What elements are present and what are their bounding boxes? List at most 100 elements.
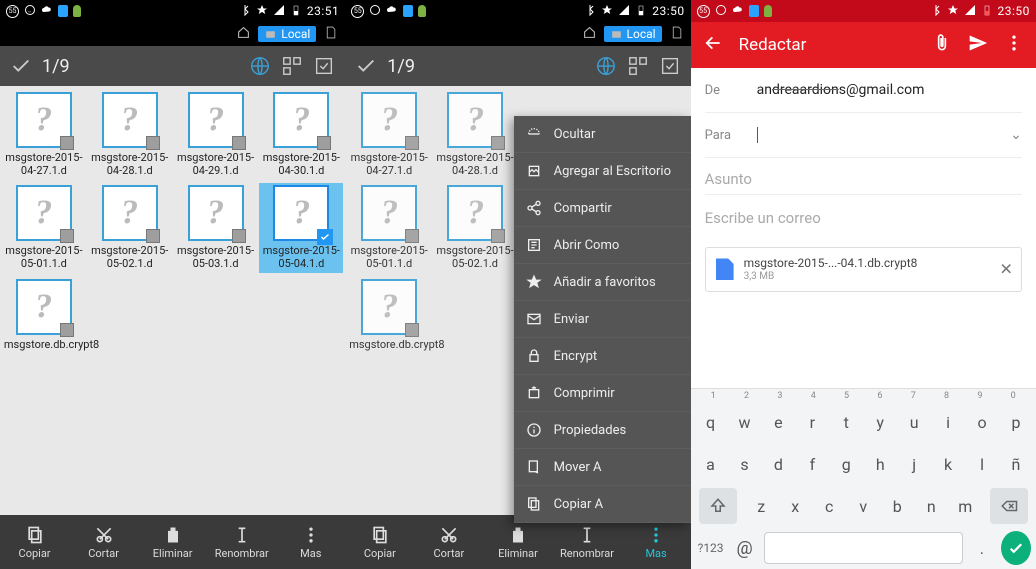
copy-button[interactable]: Copiar [345, 515, 414, 569]
file-item[interactable]: ?msgstore.db.crypt8 [2, 277, 86, 354]
menu-item[interactable]: Mover A [514, 449, 691, 486]
from-value: andreaardions@gmail.com [757, 82, 1022, 98]
key-p[interactable]: p [1001, 404, 1031, 440]
symbols-key[interactable]: ?123 [696, 530, 726, 566]
cloud-icon [386, 4, 398, 19]
key-i[interactable]: i [933, 404, 963, 440]
rename-button[interactable]: Renombrar [552, 515, 621, 569]
file-item[interactable]: ?msgstore-2015-04-28.1.d [433, 90, 517, 179]
more-button[interactable]: Mas [276, 515, 345, 569]
send-button[interactable] [968, 33, 988, 57]
key-u[interactable]: u [899, 404, 929, 440]
key-n[interactable]: n [916, 488, 946, 524]
select-all-icon[interactable] [659, 55, 681, 77]
file-item[interactable]: ?msgstore-2015-05-02.1.d [88, 183, 172, 272]
select-all-icon[interactable] [313, 55, 335, 77]
key-b[interactable]: b [882, 488, 912, 524]
expand-recipients-icon[interactable]: ⌄ [1010, 127, 1022, 143]
battery-icon [635, 4, 647, 19]
sd-icon[interactable] [670, 26, 683, 42]
location-chip[interactable]: Local [604, 26, 662, 42]
home-icon[interactable] [237, 26, 250, 42]
backspace-key[interactable] [990, 488, 1028, 524]
file-item[interactable]: ?msgstore-2015-04-30.1.d [259, 90, 343, 179]
back-button[interactable] [703, 33, 723, 57]
menu-item[interactable]: Ocultar [514, 116, 691, 153]
file-item[interactable]: ?msgstore.db.crypt8 [347, 277, 431, 354]
network-icon[interactable] [595, 55, 617, 77]
home-icon[interactable] [583, 26, 596, 42]
qr-icon[interactable] [627, 55, 649, 77]
key-z[interactable]: z [746, 488, 776, 524]
menu-item[interactable]: Copiar A [514, 486, 691, 523]
location-chip[interactable]: Local [258, 26, 316, 42]
menu-item[interactable]: Abrir Como [514, 227, 691, 264]
key-k[interactable]: k [933, 446, 963, 482]
from-row[interactable]: De andreaardions@gmail.com [705, 68, 1022, 113]
enter-key[interactable] [1001, 531, 1031, 565]
key-s[interactable]: s [730, 446, 760, 482]
sd-icon[interactable] [324, 26, 337, 42]
menu-item[interactable]: Encrypt [514, 338, 691, 375]
key-y[interactable]: y [865, 404, 895, 440]
to-input[interactable] [757, 127, 997, 143]
key-g[interactable]: g [831, 446, 861, 482]
shift-key[interactable] [699, 488, 737, 524]
at-key[interactable]: @ [730, 530, 760, 566]
rename-button[interactable]: Renombrar [207, 515, 276, 569]
key-h[interactable]: h [865, 446, 895, 482]
key-j[interactable]: j [899, 446, 929, 482]
attach-button[interactable] [932, 33, 952, 57]
to-row[interactable]: Para ⌄ [705, 113, 1022, 158]
copy-button[interactable]: Copiar [0, 515, 69, 569]
file-item[interactable]: ?msgstore-2015-05-04.1.d [259, 183, 343, 272]
qr-icon[interactable] [281, 55, 303, 77]
remove-attachment-button[interactable]: ✕ [999, 260, 1012, 279]
menu-item[interactable]: Enviar [514, 301, 691, 338]
attachment-chip[interactable]: msgstore-2015-...-04.1.db.crypt8 3,3 MB … [705, 247, 1022, 291]
key-e[interactable]: e [763, 404, 793, 440]
more-button[interactable]: Mas [622, 515, 691, 569]
period-key[interactable]: . [967, 530, 997, 566]
menu-item[interactable]: Añadir a favoritos [514, 264, 691, 301]
key-w[interactable]: w [730, 404, 760, 440]
body-input[interactable]: Escribe un correo [705, 195, 1022, 241]
key-q[interactable]: q [696, 404, 726, 440]
menu-item[interactable]: Agregar al Escritorio [514, 153, 691, 190]
space-key[interactable] [764, 532, 963, 564]
key-t[interactable]: t [831, 404, 861, 440]
key-o[interactable]: o [967, 404, 997, 440]
file-item[interactable]: ?msgstore-2015-05-03.1.d [174, 183, 258, 272]
confirm-icon[interactable] [355, 55, 377, 77]
key-r[interactable]: r [797, 404, 827, 440]
context-menu: OcultarAgregar al EscritorioCompartirAbr… [514, 116, 691, 523]
key-ñ[interactable]: ñ [1001, 446, 1031, 482]
file-item[interactable]: ?msgstore-2015-04-29.1.d [174, 90, 258, 179]
file-item[interactable]: ?msgstore-2015-04-27.1.d [2, 90, 86, 179]
key-c[interactable]: c [814, 488, 844, 524]
delete-button[interactable]: Eliminar [138, 515, 207, 569]
menu-item[interactable]: Comprimir [514, 375, 691, 412]
file-item[interactable]: ?msgstore-2015-04-28.1.d [88, 90, 172, 179]
file-item[interactable]: ?msgstore-2015-05-02.1.d [433, 183, 517, 272]
cut-button[interactable]: Cortar [414, 515, 483, 569]
key-l[interactable]: l [967, 446, 997, 482]
file-item[interactable]: ?msgstore-2015-05-01.1.d [2, 183, 86, 272]
overflow-button[interactable] [1004, 33, 1024, 57]
whatsapp-icon [24, 4, 36, 19]
delete-button[interactable]: Eliminar [483, 515, 552, 569]
file-item[interactable]: ?msgstore-2015-05-01.1.d [347, 183, 431, 272]
cut-button[interactable]: Cortar [69, 515, 138, 569]
key-d[interactable]: d [763, 446, 793, 482]
menu-item[interactable]: Compartir [514, 190, 691, 227]
key-m[interactable]: m [950, 488, 980, 524]
network-icon[interactable] [249, 55, 271, 77]
key-v[interactable]: v [848, 488, 878, 524]
key-x[interactable]: x [780, 488, 810, 524]
menu-item[interactable]: Propiedades [514, 412, 691, 449]
confirm-icon[interactable] [10, 55, 32, 77]
file-item[interactable]: ?msgstore-2015-04-27.1.d [347, 90, 431, 179]
subject-input[interactable]: Asunto [705, 158, 1022, 195]
key-a[interactable]: a [696, 446, 726, 482]
key-f[interactable]: f [797, 446, 827, 482]
